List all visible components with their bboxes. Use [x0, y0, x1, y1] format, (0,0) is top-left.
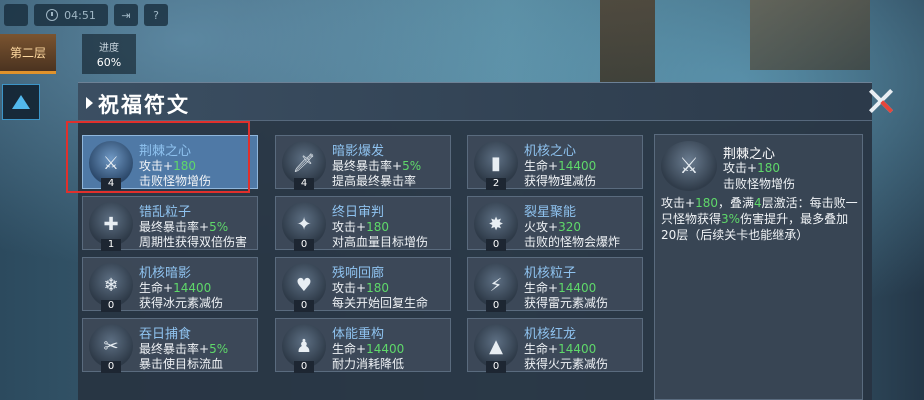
floor-indicator: 第二层: [0, 34, 56, 74]
rune-stat-value: 5%: [209, 220, 229, 234]
rune-stat-label: 攻击+: [332, 281, 367, 295]
rune-stat-label: 最终暴击率+: [139, 342, 210, 356]
hud-time: 04:51: [34, 4, 108, 26]
desc-part: 攻击+: [661, 196, 696, 210]
rune-count: 0: [294, 300, 314, 312]
progress-label: 进度: [99, 43, 119, 54]
rune-count: 0: [294, 361, 314, 373]
hud-status-chip: [4, 4, 28, 26]
rune-effect: 耐力消耗降低: [332, 357, 405, 371]
rune-stat-value: 5%: [402, 159, 422, 173]
detail-stat-label: 攻击+: [723, 161, 758, 175]
rune-stat-label: 生命+: [332, 342, 367, 356]
rune-count: 4: [294, 178, 314, 190]
rune-count: 2: [486, 178, 506, 190]
rune-count: 0: [294, 239, 314, 251]
progress-value: 60%: [96, 56, 122, 69]
rune-stat-value: 14400: [558, 159, 597, 173]
hud-bar: 04:51 ⇥ ?: [4, 4, 194, 26]
hud-time-label: 04:51: [64, 8, 96, 22]
rune-stat-label: 最终暴击率+: [139, 220, 210, 234]
rune-stat-label: 火攻+: [524, 220, 559, 234]
rune-stat-label: 最终暴击率+: [332, 159, 403, 173]
rune-stat-label: 生命+: [139, 281, 174, 295]
close-button[interactable]: [866, 86, 896, 116]
selection-highlight-frame: [66, 121, 250, 193]
panel-title: 祝福符文: [98, 93, 190, 117]
exit-button[interactable]: ⇥: [114, 4, 138, 26]
rune-stat-value: 180: [366, 281, 389, 295]
rune-stat-value: 180: [366, 220, 389, 234]
progress-indicator: 进度 60%: [82, 34, 136, 74]
rune-effect: 获得火元素减伤: [524, 357, 609, 371]
rune-card[interactable]: 🗡 4 暗影爆发 最终暴击率+5% 提高最终暴击率: [275, 135, 451, 190]
panel-title-bar: 祝福符文: [78, 83, 872, 121]
detail-stat-value: 180: [757, 161, 780, 175]
rune-detail-pane: ⚔ 荆棘之心 攻击+180 击败怪物增伤 攻击+180，叠满4层激活：每击败一只…: [654, 134, 863, 400]
desc-part: 4: [753, 196, 762, 210]
rune-card[interactable]: ❄ 0 机核暗影 生命+14400 获得冰元素减伤: [82, 257, 258, 312]
rune-stat-value: 14400: [366, 342, 405, 356]
rune-card[interactable]: ♟ 0 体能重构 生命+14400 耐力消耗降低: [275, 318, 451, 373]
desc-part: 3%: [721, 212, 741, 226]
background-structure: [750, 0, 870, 70]
rune-effect: 击败的怪物会爆炸: [524, 235, 621, 249]
rune-card[interactable]: ▲ 0 机核红龙 生命+14400 获得火元素减伤: [467, 318, 643, 373]
rune-card[interactable]: ✸ 0 裂星聚能 火攻+320 击败的怪物会爆炸: [467, 196, 643, 251]
rune-effect: 每关开始回复生命: [332, 296, 429, 310]
detail-effect: 击败怪物增伤: [723, 177, 796, 191]
help-button[interactable]: ?: [144, 4, 168, 26]
nav-up-button[interactable]: [2, 84, 40, 120]
blades-icon: ⚔: [661, 141, 717, 191]
rune-card[interactable]: ⚡ 0 机核粒子 生命+14400 获得雷元素减伤: [467, 257, 643, 312]
rune-count: 1: [101, 239, 121, 251]
rune-count: 0: [486, 361, 506, 373]
rune-effect: 获得物理减伤: [524, 174, 597, 188]
rune-effect: 获得冰元素减伤: [139, 296, 224, 310]
desc-part: ，叠满: [717, 196, 754, 210]
rune-effect: 暴击使目标流血: [139, 357, 224, 371]
rune-count: 0: [486, 239, 506, 251]
rune-count: 0: [486, 300, 506, 312]
rune-effect: 获得雷元素减伤: [524, 296, 609, 310]
rune-effect: 周期性获得双倍伤害: [139, 235, 248, 249]
floor-label: 第二层: [9, 46, 46, 60]
rune-card[interactable]: ✂ 0 吞日捕食 最终暴击率+5% 暴击使目标流血: [82, 318, 258, 373]
title-arrow-icon: [86, 97, 93, 109]
triangle-up-icon: [12, 95, 30, 109]
rune-stat-value: 14400: [558, 342, 597, 356]
rune-stat-value: 320: [558, 220, 581, 234]
rune-card[interactable]: ✦ 0 终日审判 攻击+180 对高血量目标增伤: [275, 196, 451, 251]
detail-stat: 攻击+180: [723, 159, 780, 176]
rune-stat-label: 生命+: [524, 281, 559, 295]
rune-stat-value: 14400: [558, 281, 597, 295]
background-pillar: [600, 0, 655, 90]
desc-part: 180: [695, 196, 718, 210]
detail-description: 攻击+180，叠满4层激活：每击败一只怪物获得3%伤害提升，最多叠加20层（后续…: [661, 195, 861, 243]
rune-effect: 提高最终暴击率: [332, 174, 417, 188]
rune-stat-value: 5%: [209, 342, 229, 356]
rune-card[interactable]: ✚ 1 错乱粒子 最终暴击率+5% 周期性获得双倍伤害: [82, 196, 258, 251]
rune-stat-label: 生命+: [524, 159, 559, 173]
rune-card[interactable]: ▮ 2 机核之心 生命+14400 获得物理减伤: [467, 135, 643, 190]
rune-count: 0: [101, 361, 121, 373]
rune-stat-value: 14400: [173, 281, 212, 295]
rune-effect: 对高血量目标增伤: [332, 235, 429, 249]
rune-stat-label: 生命+: [524, 342, 559, 356]
rune-card[interactable]: ♥ 0 残响回廊 攻击+180 每关开始回复生命: [275, 257, 451, 312]
rune-count: 0: [101, 300, 121, 312]
rune-stat-label: 攻击+: [332, 220, 367, 234]
clock-icon: [46, 9, 59, 21]
